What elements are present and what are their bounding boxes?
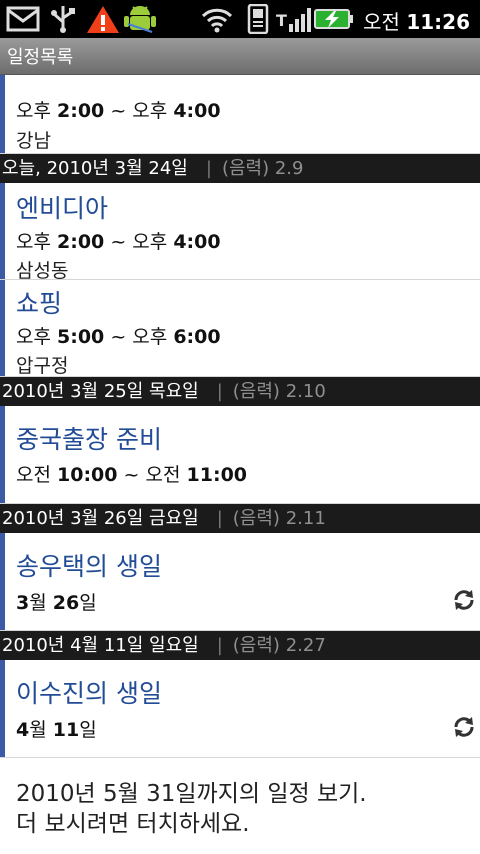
calendar-color-bar — [0, 75, 5, 153]
warning-icon — [87, 6, 119, 33]
android-debug-icon — [124, 6, 156, 33]
event-date: 3월 26일 — [16, 592, 97, 614]
calendar-color-bar — [0, 183, 5, 279]
separator: | — [216, 635, 223, 656]
app-title-bar: 일정목록 — [0, 38, 480, 75]
load-more-line-1: 2010년 5월 31일까지의 일정 보기. — [16, 781, 367, 807]
event-title: 송우택의 생일 — [16, 552, 162, 581]
lunar-date: (음력) 2.11 — [232, 508, 326, 529]
event-time: 오후 5:00 ~ 오후 6:00 — [16, 326, 221, 348]
list-item[interactable]: 엔비디아 오후 2:00 ~ 오후 4:00 삼성동 — [0, 183, 480, 282]
separator: | — [216, 381, 223, 402]
lunar-date: (음력) 2.27 — [232, 635, 326, 656]
repeat-icon — [454, 717, 474, 737]
list-item[interactable]: 송우택의 생일 3월 26일 — [0, 533, 480, 631]
signal-icon: T — [276, 8, 311, 32]
event-location: 압구정 — [16, 355, 69, 377]
list-item[interactable]: 중국출장 준비 오전 10:00 ~ 오전 11:00 — [0, 406, 480, 504]
wifi-icon — [201, 8, 233, 33]
date-header: 2010년 3월 25일 목요일 | (음력) 2.10 — [0, 377, 480, 406]
calendar-color-bar — [0, 406, 5, 503]
date-header-text: 2010년 3월 26일 금요일 — [2, 508, 199, 529]
event-title: 중국출장 준비 — [16, 425, 162, 454]
usb-icon — [51, 6, 75, 33]
calendar-color-bar — [0, 533, 5, 630]
date-header-text: 2010년 3월 25일 목요일 — [2, 381, 199, 402]
load-more-line-2: 더 보시려면 터치하세요. — [16, 811, 250, 837]
event-title: 쇼핑 — [16, 289, 63, 318]
event-location: 강남 — [16, 130, 51, 152]
event-time: 오후 2:00 ~ 오후 4:00 — [16, 231, 221, 253]
date-header: 오늘, 2010년 3월 24일 | (음력) 2.9 — [0, 154, 480, 183]
date-header-text: 오늘, 2010년 3월 24일 — [2, 158, 188, 179]
status-bar: T 오전 11:26 — [0, 0, 480, 38]
svg-text:T: T — [276, 11, 287, 30]
event-location: 삼성동 — [16, 260, 69, 282]
separator: | — [205, 158, 212, 179]
list-item[interactable]: 이수진의 생일 4월 11일 — [0, 660, 480, 758]
lunar-date: (음력) 2.10 — [232, 381, 326, 402]
date-header: 2010년 4월 11일 일요일 | (음력) 2.27 — [0, 631, 480, 660]
phone-icon — [247, 4, 269, 34]
event-title: 이수진의 생일 — [16, 679, 162, 708]
battery-charging-icon — [314, 9, 353, 29]
event-title: 엔비디아 — [16, 194, 109, 223]
event-time: 오전 10:00 ~ 오전 11:00 — [16, 464, 248, 486]
app-title: 일정목록 — [7, 47, 74, 68]
calendar-color-bar — [0, 660, 5, 757]
lunar-date: (음력) 2.9 — [221, 158, 304, 179]
repeat-icon — [454, 590, 474, 610]
separator: | — [216, 508, 223, 529]
calendar-color-bar — [0, 280, 5, 376]
status-clock: 오전 11:26 — [363, 10, 470, 34]
date-header: 2010년 3월 26일 금요일 | (음력) 2.11 — [0, 504, 480, 533]
agenda-list[interactable]: 오후 2:00 ~ 오후 4:00 강남 오늘, 2010년 3월 24일 | (음… — [0, 75, 480, 758]
event-date: 4월 11일 — [16, 719, 97, 741]
load-more-footer[interactable]: 2010년 5월 31일까지의 일정 보기. 더 보시려면 터치하세요. — [16, 779, 476, 839]
event-time: 오후 2:00 ~ 오후 4:00 — [16, 100, 221, 122]
date-header-text: 2010년 4월 11일 일요일 — [2, 635, 199, 656]
list-item[interactable]: 쇼핑 오후 5:00 ~ 오후 6:00 압구정 — [0, 280, 480, 377]
list-item[interactable]: 오후 2:00 ~ 오후 4:00 강남 — [0, 75, 480, 154]
sms-icon — [6, 6, 40, 32]
